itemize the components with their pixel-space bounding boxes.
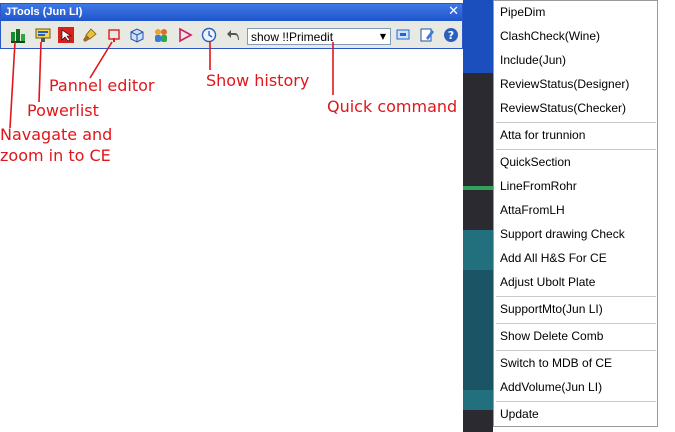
menu-separator [496,401,656,402]
navigate-button[interactable] [9,26,27,44]
toolbar: show !!Primedit ▼ ? [1,22,462,48]
menu-item-support-drawing-check[interactable]: Support drawing Check [500,227,625,241]
edit-icon [420,28,434,42]
history-clock-icon [201,27,217,43]
menu-item-addvolume[interactable]: AddVolume(Jun LI) [500,380,602,394]
play-icon [179,27,193,43]
users-button[interactable] [152,26,170,44]
help-button[interactable]: ? [442,26,460,44]
annotation-panel-editor: Pannel editor [49,76,155,95]
undo-icon [227,30,239,40]
close-icon[interactable]: ✕ [448,4,459,20]
annotation-powerlist: Powerlist [27,101,99,120]
chevron-down-icon[interactable]: ▼ [376,29,390,44]
menu-separator [496,350,656,351]
jtools-window: JTools (Jun LI) ✕ show !!Primedit ▼ ? [0,3,463,49]
menu-item-supportmto[interactable]: SupportMto(Jun LI) [500,302,603,316]
menu-item-clashcheck[interactable]: ClashCheck(Wine) [500,29,600,43]
annotation-navigate-line2: zoom in to CE [0,146,111,165]
annotation-show-history: Show history [206,71,310,90]
menu-item-adjust-ubolt[interactable]: Adjust Ubolt Plate [500,275,595,289]
monitor-icon [396,29,410,40]
brush-icon [83,28,97,42]
edit-button[interactable] [418,26,436,44]
svg-text:?: ? [448,29,454,42]
menu-item-linefromrohr[interactable]: LineFromRohr [500,179,577,193]
powerlist-button[interactable] [34,26,52,44]
select-button[interactable] [57,26,75,44]
annotation-navigate-line1: Navagate and [0,125,113,144]
show-history-button[interactable] [200,26,218,44]
menu-item-quicksection[interactable]: QuickSection [500,155,571,169]
background-window-header [463,0,493,73]
menu-item-show-delete-comb[interactable]: Show Delete Comb [500,329,603,343]
title-bar[interactable]: JTools (Jun LI) ✕ [1,4,462,21]
background-green-line [463,186,493,190]
menu-item-switch-mdb[interactable]: Switch to MDB of CE [500,356,612,370]
cube-icon [130,28,144,43]
cube-button[interactable] [128,26,146,44]
window-title: JTools (Jun LI) [5,6,83,18]
panel-editor-icon [108,29,120,42]
background-viewport-area-dark [463,270,493,390]
menu-item-add-all-hs[interactable]: Add All H&S For CE [500,251,607,265]
menu-separator [496,323,656,324]
help-icon: ? [444,28,458,42]
menu-item-reviewstatus-designer[interactable]: ReviewStatus(Designer) [500,77,629,91]
monitor-button[interactable] [394,26,412,44]
brush-button[interactable] [81,26,99,44]
menu-separator [496,149,656,150]
menu-item-atta-trunnion[interactable]: Atta for trunnion [500,128,585,142]
menu-item-attafromlh[interactable]: AttaFromLH [500,203,565,217]
annotation-quick-command: Quick command [327,97,458,116]
navigate-icon [11,29,25,43]
menu-separator [496,296,656,297]
menu-item-update[interactable]: Update [500,407,539,421]
menu-separator [496,122,656,123]
users-icon [155,29,167,42]
context-menu: PipeDim ClashCheck(Wine) Include(Jun) Re… [493,0,658,427]
menu-item-reviewstatus-checker[interactable]: ReviewStatus(Checker) [500,101,626,115]
undo-button[interactable] [224,26,242,44]
menu-item-pipedim[interactable]: PipeDim [500,5,545,19]
powerlist-icon [35,28,51,42]
select-icon [58,27,74,43]
quick-command-combobox[interactable]: show !!Primedit ▼ [247,28,391,45]
panel-editor-button[interactable] [105,26,123,44]
play-button[interactable] [176,26,194,44]
menu-item-include[interactable]: Include(Jun) [500,53,566,67]
quick-command-input[interactable]: show !!Primedit [251,30,333,44]
